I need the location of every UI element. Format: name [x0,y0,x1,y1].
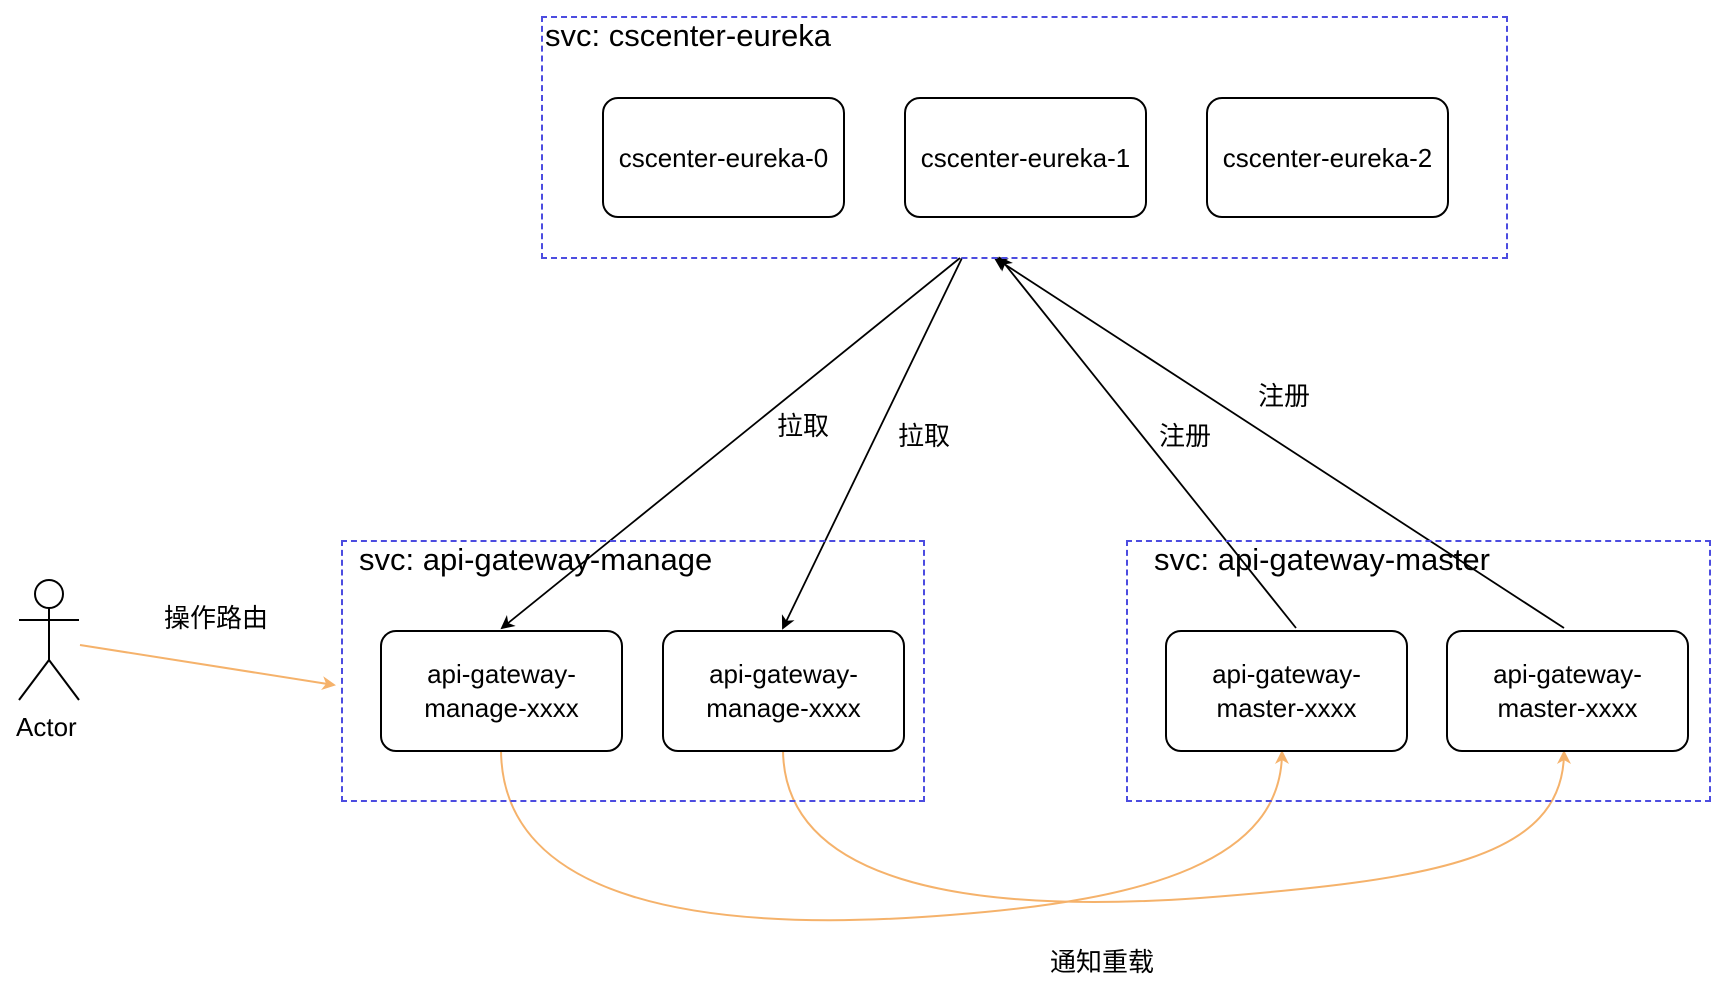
edge-label-notify-reload: 通知重载 [1050,948,1155,978]
actor-icon [18,579,80,701]
node-label-line1: api-gateway- [1212,659,1361,689]
node-label: cscenter-eureka-0 [618,142,829,173]
edge-label-pull-2: 拉取 [898,422,951,452]
node-api-gateway-manage-2[interactable]: api-gateway- manage-xxxx [662,630,905,752]
node-label-line2: master-xxxx [1497,693,1638,723]
node-label-line1: api-gateway- [1493,659,1642,689]
node-cscenter-eureka-2[interactable]: cscenter-eureka-2 [1206,97,1449,218]
actor-label: Actor [16,712,77,742]
node-api-gateway-manage-1[interactable]: api-gateway- manage-xxxx [380,630,623,752]
edge-label-pull-1: 拉取 [777,412,830,442]
edge-label-register-1: 注册 [1159,422,1212,452]
node-label-line2: manage-xxxx [706,693,861,723]
group-title: svc: cscenter-eureka [545,18,831,53]
node-cscenter-eureka-1[interactable]: cscenter-eureka-1 [904,97,1147,218]
edge-label-operate-route: 操作路由 [164,604,269,634]
node-label: cscenter-eureka-1 [920,142,1131,173]
node-label-line2: manage-xxxx [424,693,579,723]
group-title: svc: api-gateway-master [1154,542,1490,577]
edge-label-register-2: 注册 [1258,382,1311,412]
group-title: svc: api-gateway-manage [359,542,713,577]
node-label: cscenter-eureka-2 [1222,142,1433,173]
node-label-line1: api-gateway- [427,659,576,689]
node-api-gateway-master-2[interactable]: api-gateway- master-xxxx [1446,630,1689,752]
node-label-line2: master-xxxx [1216,693,1357,723]
node-label-line1: api-gateway- [709,659,858,689]
node-cscenter-eureka-0[interactable]: cscenter-eureka-0 [602,97,845,218]
edge-operate-route [79,644,336,691]
node-api-gateway-master-1[interactable]: api-gateway- master-xxxx [1165,630,1408,752]
